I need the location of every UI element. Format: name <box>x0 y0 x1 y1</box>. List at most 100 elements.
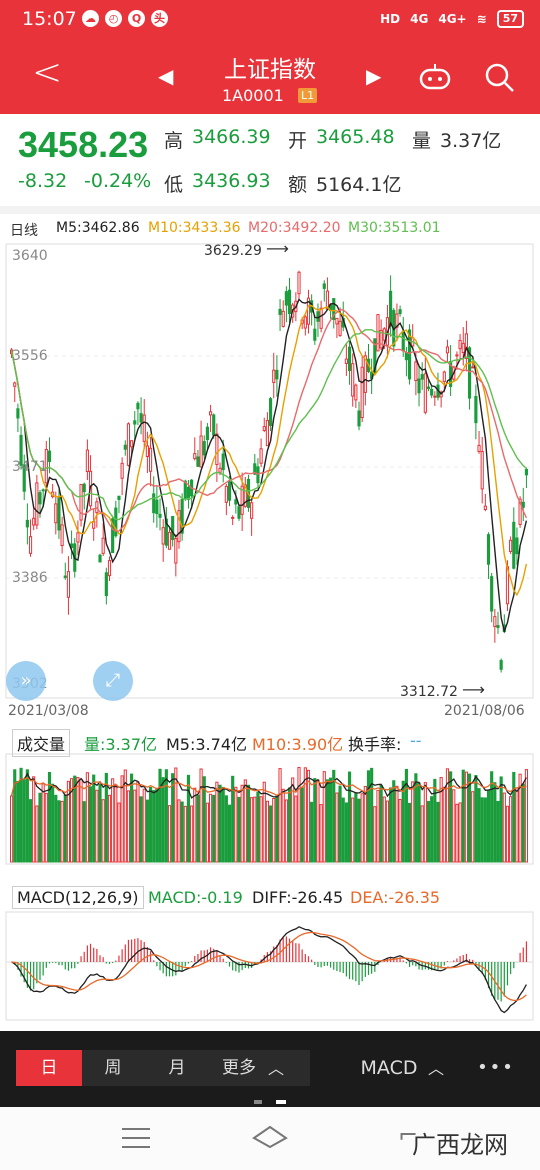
candle-body <box>224 485 228 503</box>
tab-week[interactable]: 周 <box>82 1050 144 1086</box>
price-change: -8.32 <box>18 170 68 192</box>
volume-bar <box>107 794 112 863</box>
candle-body <box>512 521 516 569</box>
volume-bar <box>227 804 232 863</box>
volume-selector[interactable]: 成交量 <box>12 729 71 757</box>
volume-bar <box>505 805 510 863</box>
volume-bar <box>95 789 99 863</box>
volume-bar <box>155 787 159 863</box>
volume-bar <box>401 780 405 863</box>
candle-body <box>16 408 20 419</box>
expand-icon[interactable]: ⤢ <box>93 661 133 701</box>
candle-body <box>237 506 241 519</box>
volume-bar <box>171 773 175 863</box>
watermark: 广西龙网 <box>412 1131 508 1159</box>
volume-bar <box>366 770 371 863</box>
candle-body <box>148 447 153 472</box>
candle-body <box>54 503 58 524</box>
candle-body <box>319 307 323 329</box>
volume-bar <box>28 799 33 863</box>
candle-body <box>193 453 197 460</box>
period-label: 日线 <box>10 223 38 239</box>
candle-body <box>509 539 513 552</box>
volume-bar <box>76 777 80 863</box>
y-label-1: 3640 <box>12 248 48 264</box>
candle-body <box>76 532 80 543</box>
candle-body <box>234 499 238 505</box>
candle-body <box>47 450 52 462</box>
volume-bar <box>148 786 153 863</box>
more-menu-button[interactable]: ••• <box>470 1050 522 1086</box>
max-price-label: 3629.29 <box>204 243 262 259</box>
candle-body <box>32 517 36 526</box>
open-label: 开 <box>288 130 308 152</box>
volume-bar <box>180 801 184 863</box>
volume-bar <box>411 781 415 863</box>
candle-body <box>493 616 497 627</box>
volume-bar <box>145 799 149 863</box>
candle-body <box>177 510 181 543</box>
tab-more[interactable]: 更多 <box>214 1050 264 1086</box>
kline-chart[interactable] <box>0 240 540 1030</box>
next-stock-button[interactable]: ▶ <box>366 64 381 88</box>
candle-body <box>471 366 475 369</box>
volume-bar <box>294 795 298 863</box>
volume-bar <box>265 800 269 863</box>
open-value: 3465.48 <box>316 126 395 148</box>
scroll-left-button[interactable]: » <box>6 661 46 701</box>
indicator-chevron-icon[interactable]: ︿ <box>428 1055 444 1079</box>
volume-bar <box>480 797 484 863</box>
volume-bar <box>101 799 105 863</box>
volume-bar <box>32 776 36 863</box>
y-label-4: 3386 <box>12 570 48 586</box>
volume-bar <box>341 797 345 863</box>
candle-body <box>515 537 519 555</box>
menu-icon[interactable] <box>122 1127 150 1149</box>
candle-body <box>401 330 405 352</box>
volume-bar <box>477 788 481 863</box>
volume-bar <box>139 796 143 863</box>
level-badge: L1 <box>298 88 318 103</box>
volume-bar <box>275 795 279 863</box>
volume-bar <box>199 768 203 863</box>
volume-bar <box>237 796 241 863</box>
tab-day[interactable]: 日 <box>16 1050 82 1086</box>
candle-body <box>259 448 263 464</box>
volume-bar <box>47 772 52 863</box>
candle-body <box>433 395 437 398</box>
news-icon: 头 <box>151 10 168 27</box>
candle-body <box>417 378 421 394</box>
chevron-up-icon[interactable]: ︿ <box>268 1055 284 1079</box>
status-time: 15:07 <box>22 8 77 30</box>
candle-body <box>483 505 487 510</box>
volume-bar <box>240 784 244 863</box>
candle-body <box>158 513 162 518</box>
volume-bar <box>512 771 516 863</box>
volume-bar <box>389 787 393 863</box>
volume-bar <box>354 792 358 863</box>
tab-month[interactable]: 月 <box>144 1050 210 1086</box>
volume-bar <box>284 799 288 863</box>
volume-bar <box>423 782 427 863</box>
volume-bar <box>16 781 20 863</box>
ma10-legend: M10:3433.36 <box>148 220 241 236</box>
low-label: 低 <box>164 174 184 196</box>
candle-body <box>464 333 468 360</box>
candle-body <box>66 571 71 598</box>
volume-bar <box>306 769 311 863</box>
volume-bar <box>474 775 478 863</box>
home-icon[interactable] <box>252 1124 288 1150</box>
candle-body <box>477 444 481 452</box>
search-icon[interactable] <box>484 62 516 94</box>
candle-body <box>98 554 102 563</box>
candle-body <box>389 290 393 326</box>
macd-selector[interactable]: MACD(12,26,9) <box>12 886 144 909</box>
candle-body <box>130 440 134 448</box>
page-title: 上证指数 <box>224 57 316 83</box>
ma30-legend: M30:3513.01 <box>348 220 441 236</box>
robot-icon[interactable] <box>418 62 452 92</box>
volume-bar <box>281 788 285 863</box>
candle-body <box>107 560 112 577</box>
indicator-selector[interactable]: MACD <box>354 1050 424 1086</box>
candle-body <box>136 402 140 410</box>
